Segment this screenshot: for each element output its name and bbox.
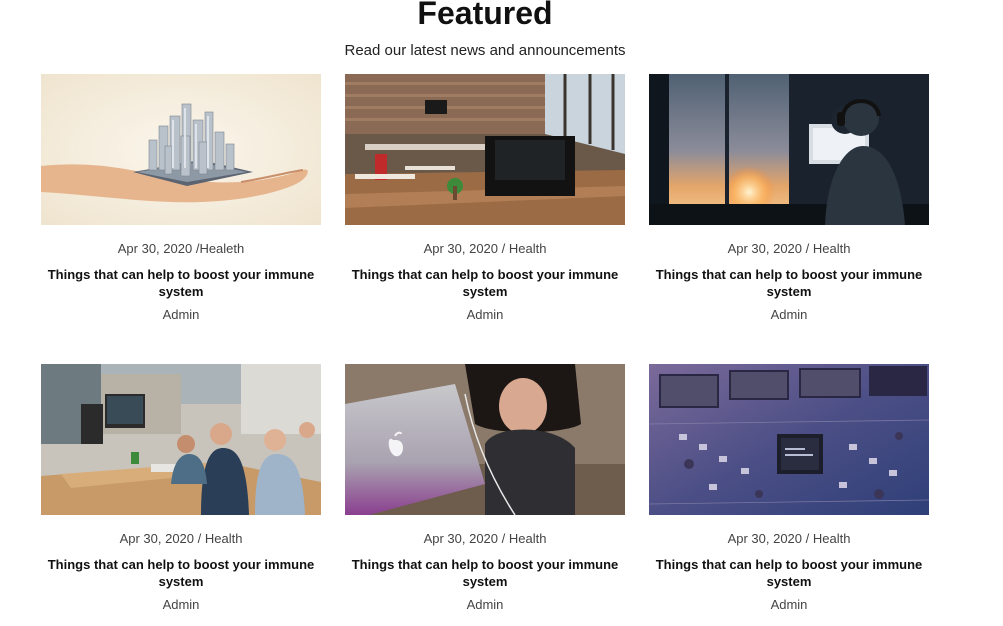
post-card[interactable]: Apr 30, 2020 / Health Things that can he…: [345, 364, 625, 614]
post-card[interactable]: Apr 30, 2020 /Healeth Things that can he…: [41, 74, 321, 324]
post-title-link[interactable]: Things that can help to boost your immun…: [654, 556, 924, 590]
post-meta: Apr 30, 2020 / Health: [649, 241, 929, 257]
post-author[interactable]: Admin: [41, 307, 321, 323]
circuit-board-chip-image: [649, 364, 929, 515]
post-card[interactable]: Apr 30, 2020 / Health Things that can he…: [649, 74, 929, 324]
post-category-link[interactable]: Health: [509, 531, 547, 546]
post-author[interactable]: Admin: [649, 307, 929, 323]
post-thumbnail-office[interactable]: [345, 74, 625, 225]
team-meeting-office-image: [41, 364, 321, 515]
featured-header: Featured Read our latest news and announ…: [0, 0, 970, 60]
post-thumbnail-hand-city[interactable]: [41, 74, 321, 225]
post-date: Apr 30, 2020: [727, 531, 803, 546]
meta-separator: /: [498, 531, 509, 546]
post-category-link[interactable]: Healeth: [199, 241, 244, 256]
post-author[interactable]: Admin: [41, 597, 321, 613]
post-date: Apr 30, 2020: [423, 241, 499, 256]
meta-separator: /: [802, 241, 813, 256]
post-title-link[interactable]: Things that can help to boost your immun…: [350, 556, 620, 590]
post-date: Apr 30, 2020: [119, 531, 195, 546]
post-author[interactable]: Admin: [649, 597, 929, 613]
person-headphones-sunset-image: [649, 74, 929, 225]
meta-separator: /: [194, 531, 205, 546]
post-date: Apr 30, 2020: [423, 531, 499, 546]
post-title-link[interactable]: Things that can help to boost your immun…: [46, 266, 316, 300]
post-card[interactable]: Apr 30, 2020 / Health Things that can he…: [649, 364, 929, 614]
post-category-link[interactable]: Health: [509, 241, 547, 256]
post-meta: Apr 30, 2020 /Healeth: [41, 241, 321, 257]
post-meta: Apr 30, 2020 / Health: [649, 531, 929, 547]
post-author[interactable]: Admin: [345, 597, 625, 613]
meta-separator: /: [498, 241, 509, 256]
post-meta: Apr 30, 2020 / Health: [41, 531, 321, 547]
post-thumbnail-circuit[interactable]: [649, 364, 929, 515]
posts-grid: Apr 30, 2020 /Healeth Things that can he…: [41, 74, 929, 614]
post-card[interactable]: Apr 30, 2020 / Health Things that can he…: [345, 74, 625, 324]
post-meta: Apr 30, 2020 / Health: [345, 531, 625, 547]
post-category-link[interactable]: Health: [813, 241, 851, 256]
post-card[interactable]: Apr 30, 2020 / Health Things that can he…: [41, 364, 321, 614]
page-title: Featured: [417, 0, 553, 31]
meta-separator: /: [802, 531, 813, 546]
woman-with-laptop-image: [345, 364, 625, 515]
post-title-link[interactable]: Things that can help to boost your immun…: [654, 266, 924, 300]
post-title-link[interactable]: Things that can help to boost your immun…: [350, 266, 620, 300]
post-thumbnail-team[interactable]: [41, 364, 321, 515]
post-thumbnail-sunset[interactable]: [649, 74, 929, 225]
post-date: Apr 30, 2020: [727, 241, 803, 256]
page-subtitle: Read our latest news and announcements: [344, 42, 626, 59]
post-title-link[interactable]: Things that can help to boost your immun…: [46, 556, 316, 590]
post-category-link[interactable]: Health: [205, 531, 243, 546]
post-author[interactable]: Admin: [345, 307, 625, 323]
post-meta: Apr 30, 2020 / Health: [345, 241, 625, 257]
post-category-link[interactable]: Health: [813, 531, 851, 546]
post-thumbnail-laptop[interactable]: [345, 364, 625, 515]
open-office-desks-image: [345, 74, 625, 225]
post-date: Apr 30, 2020: [117, 241, 193, 256]
hand-holding-city-image: [41, 74, 321, 225]
